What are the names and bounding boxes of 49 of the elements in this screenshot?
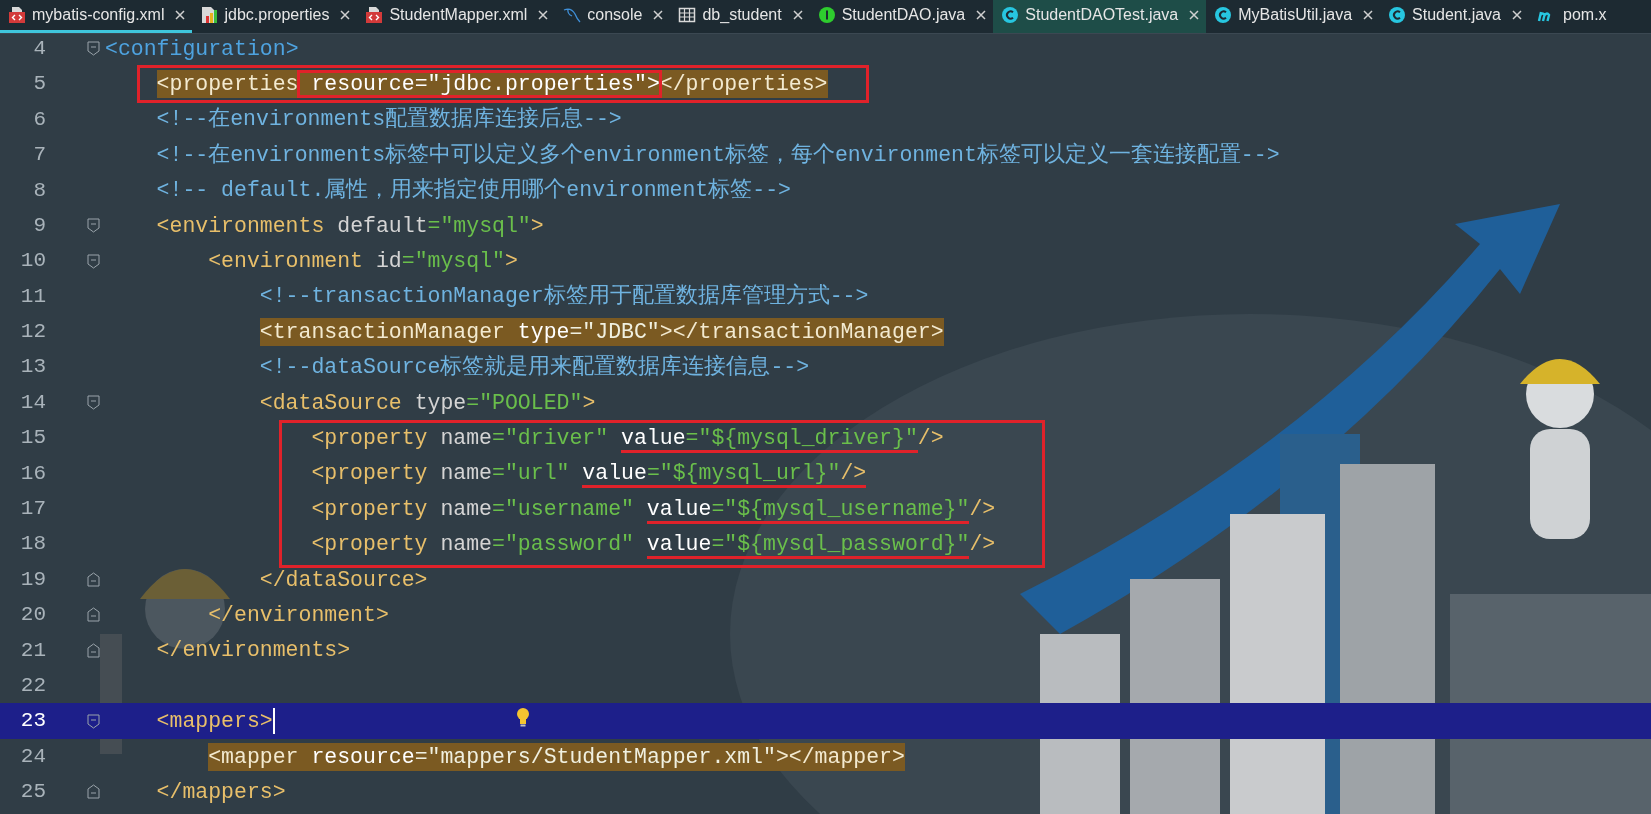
- editor-tab[interactable]: StudentMapper.xml: [357, 0, 556, 33]
- line-number: 19: [19, 566, 46, 593]
- line-number: 24: [19, 743, 46, 770]
- code-line: <environment id="mysql">: [208, 248, 518, 276]
- line-number: 22: [19, 672, 46, 699]
- line-number: 21: [19, 637, 46, 664]
- line-number: 18: [19, 531, 46, 558]
- code-line: </mappers>: [156, 778, 286, 806]
- code-line: <!--dataSource标签就是用来配置数据库连接信息-->: [259, 353, 810, 382]
- code-line: <property name="password" value="${mysql_password}"/>: [311, 530, 996, 559]
- editor-tab[interactable]: StudentDAO.java: [809, 0, 994, 33]
- editor-tab[interactable]: Student.java: [1380, 0, 1529, 33]
- code-line: <property name="url" value="${mysql_url}"/>: [311, 459, 867, 488]
- editor-tab[interactable]: console: [555, 0, 671, 33]
- line-number: 25: [19, 779, 46, 806]
- line-number: 8: [32, 177, 46, 204]
- line-number: 9: [32, 212, 46, 239]
- editor-tab[interactable]: pom.x: [1529, 0, 1613, 33]
- line-number: 10: [19, 248, 46, 275]
- code-line: </environments>: [156, 637, 351, 665]
- line-number: 5: [32, 71, 46, 98]
- line-number: 7: [32, 142, 46, 169]
- code-line: <property name="driver" value="${mysql_driver}"/>: [311, 424, 944, 452]
- line-number: 12: [19, 319, 46, 346]
- code-line: <configuration>: [105, 35, 299, 63]
- line-number: 13: [19, 354, 46, 381]
- line-number: 14: [19, 389, 46, 416]
- code-line: <mappers>: [156, 708, 273, 736]
- editor-tab[interactable]: db_student: [670, 0, 810, 33]
- line-number: 20: [19, 602, 46, 629]
- line-number: 11: [19, 283, 46, 310]
- code-line: <environments default="mysql">: [156, 212, 544, 240]
- code-line: <!--在environments配置数据库连接后息-->: [156, 105, 622, 134]
- code-line: <property name="username" value="${mysql_username}"/>: [311, 494, 996, 523]
- code-line: </dataSource>: [259, 566, 428, 594]
- code-line: <!-- default.属性，用来指定使用哪个environment标签-->: [156, 176, 791, 205]
- code-line: <!--在environments标签中可以定义多个environment标签，每个environment标签可以定义一套连接配置-->: [156, 141, 1280, 169]
- line-number: 16: [19, 460, 46, 487]
- line-number: 17: [19, 496, 46, 522]
- code-line: <dataSource type="POOLED">: [259, 389, 596, 417]
- line-number: 4: [32, 35, 46, 62]
- editor-tab[interactable]: jdbc.properties: [192, 0, 358, 33]
- line-number: 15: [19, 425, 46, 452]
- editor-tab[interactable]: MyBatisUtil.java: [1206, 0, 1381, 33]
- code-line: <!--transactionManager标签用于配置数据库管理方式-->: [259, 282, 869, 311]
- editor-tab[interactable]: StudentDAOTest.java: [993, 0, 1207, 33]
- line-number: 23: [19, 708, 46, 735]
- line-number: 6: [32, 106, 46, 133]
- code-line: </environment>: [208, 601, 389, 629]
